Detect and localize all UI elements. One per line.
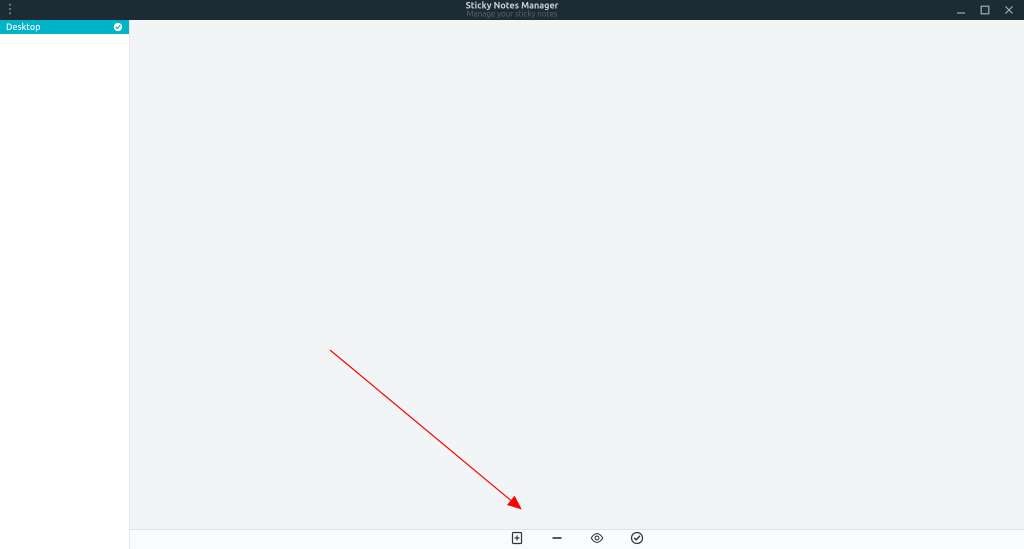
window-subtitle: Manage your sticky notes xyxy=(466,11,559,19)
remove-button[interactable] xyxy=(549,532,565,548)
app-menu-button[interactable] xyxy=(0,0,20,20)
bottom-toolbar xyxy=(130,529,1024,549)
window-controls xyxy=(954,3,1024,17)
minimize-button[interactable] xyxy=(954,3,968,17)
new-note-button[interactable] xyxy=(509,532,525,548)
content-area xyxy=(130,20,1024,549)
check-circle-icon xyxy=(630,531,644,549)
maximize-button[interactable] xyxy=(978,3,992,17)
minus-icon xyxy=(550,531,564,549)
workspace: Desktop xyxy=(0,20,1024,549)
notes-canvas[interactable] xyxy=(130,20,1024,529)
check-circle-icon xyxy=(113,22,123,32)
close-icon xyxy=(1004,1,1014,19)
eye-icon xyxy=(590,531,604,549)
annotation-arrow xyxy=(130,20,1024,529)
preview-button[interactable] xyxy=(589,532,605,548)
titlebar: Sticky Notes Manager Manage your sticky … xyxy=(0,0,1024,20)
new-note-icon xyxy=(510,531,524,549)
apply-button[interactable] xyxy=(629,532,645,548)
sidebar-item-label: Desktop xyxy=(6,22,41,32)
close-button[interactable] xyxy=(1002,3,1016,17)
vertical-dots-icon xyxy=(5,1,15,19)
maximize-icon xyxy=(980,1,990,19)
sidebar-item-desktop[interactable]: Desktop xyxy=(0,20,129,34)
minimize-icon xyxy=(956,1,966,19)
sidebar: Desktop xyxy=(0,20,130,549)
title-block: Sticky Notes Manager Manage your sticky … xyxy=(466,2,559,19)
